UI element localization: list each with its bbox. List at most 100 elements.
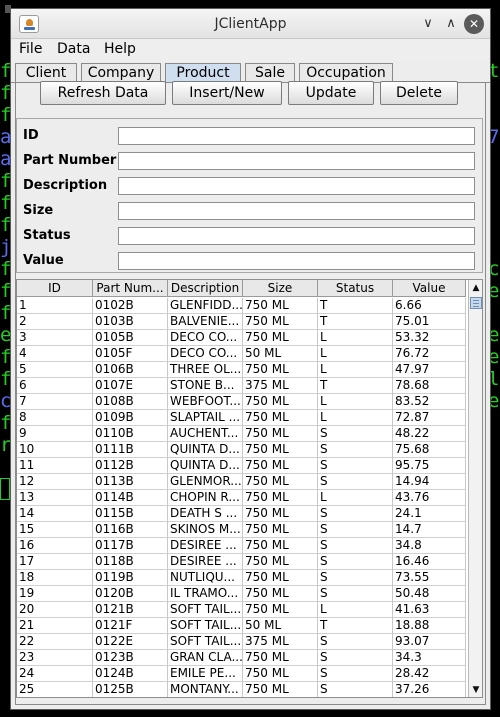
tab-occupation[interactable]: Occupation [299, 63, 393, 83]
table-row[interactable]: 24 0124B EMILE PE... 750 ML S 28.42 [17, 666, 466, 682]
id-field[interactable] [118, 127, 475, 145]
menu-help[interactable]: Help [104, 41, 136, 57]
value-field[interactable] [118, 252, 475, 270]
menu-data[interactable]: Data [57, 41, 90, 57]
cell-size: 750 ML [243, 506, 318, 522]
table-row[interactable]: 20 0121B SOFT TAIL... 750 ML L 41.63 [17, 602, 466, 618]
cell-value: 41.63 [393, 602, 466, 618]
cell-status: L [318, 362, 393, 378]
cell-id: 13 [17, 490, 93, 506]
table-row[interactable]: 2 0103B BALVENIE... 750 ML T 75.01 [17, 314, 466, 330]
cell-id: 1 [17, 298, 93, 314]
menu-file[interactable]: File [19, 41, 42, 57]
refresh-data-button[interactable]: Refresh Data [40, 81, 166, 105]
column-header-id[interactable]: ID [17, 280, 93, 297]
cell-value: 14.7 [393, 522, 466, 538]
cell-status: S [318, 586, 393, 602]
cell-status: S [318, 538, 393, 554]
tab-strip: Client Company Product Sale Occupation [11, 63, 490, 83]
table-row[interactable]: 22 0122E SOFT TAIL... 375 ML S 93.07 [17, 634, 466, 650]
cell-part-number: 0110B [93, 426, 168, 442]
table-row[interactable]: 10 0111B QUINTA D... 750 ML S 75.68 [17, 442, 466, 458]
table-row[interactable]: 13 0114B CHOPIN R... 750 ML L 43.76 [17, 490, 466, 506]
cell-part-number: 0109B [93, 410, 168, 426]
table-row[interactable]: 1 0102B GLENFIDD... 750 ML T 6.66 [17, 298, 466, 314]
cell-id: 21 [17, 618, 93, 634]
table-row[interactable]: 16 0117B DESIREE ... 750 ML S 34.8 [17, 538, 466, 554]
table-row[interactable]: 11 0112B QUINTA D... 750 ML S 95.75 [17, 458, 466, 474]
table-row[interactable]: 4 0105F DECO CO... 50 ML L 76.72 [17, 346, 466, 362]
tab-sale[interactable]: Sale [245, 63, 295, 83]
cell-part-number: 0120B [93, 586, 168, 602]
cell-status: S [318, 666, 393, 682]
tab-client[interactable]: Client [15, 63, 77, 83]
table-row[interactable]: 19 0120B IL TRAMO... 750 ML S 50.48 [17, 586, 466, 602]
cell-description: GRAN CLA... [170, 650, 243, 666]
update-button[interactable]: Update [288, 81, 374, 105]
scroll-thumb[interactable] [470, 297, 482, 309]
status-field[interactable] [118, 227, 475, 245]
column-header-status[interactable]: Status [318, 280, 393, 297]
table-row[interactable]: 3 0105B DECO CO... 750 ML L 53.32 [17, 330, 466, 346]
table-row[interactable]: 9 0110B AUCHENT... 750 ML S 48.22 [17, 426, 466, 442]
cell-status: T [318, 378, 393, 394]
table-scrollbar[interactable]: ▲ ▼ [468, 280, 482, 697]
cell-value: 76.72 [393, 346, 466, 362]
scroll-down-icon[interactable]: ▼ [469, 682, 482, 697]
table-row[interactable]: 15 0116B SKINOS M... 750 ML S 14.7 [17, 522, 466, 538]
title-bar[interactable]: JClientApp ∨ ∧ ✕ [11, 9, 490, 39]
table-row[interactable]: 21 0121F SOFT TAIL... 50 ML T 18.88 [17, 618, 466, 634]
scroll-up-icon[interactable]: ▲ [469, 280, 482, 296]
cell-part-number: 0102B [93, 298, 168, 314]
cell-part-number: 0119B [93, 570, 168, 586]
cell-part-number: 0113B [93, 474, 168, 490]
table-row[interactable]: 14 0115B DEATH S ... 750 ML S 24.1 [17, 506, 466, 522]
cell-size: 750 ML [243, 490, 318, 506]
column-header-part-number[interactable]: Part Num... [93, 280, 168, 297]
cell-id: 3 [17, 330, 93, 346]
table-row[interactable]: 25 0125B MONTANY... 750 ML S 37.26 [17, 682, 466, 697]
cell-part-number: 0114B [93, 490, 168, 506]
tab-company[interactable]: Company [81, 63, 161, 83]
cell-size: 750 ML [243, 538, 318, 554]
cell-description: NUTLIQU... [168, 570, 243, 586]
table-row[interactable]: 23 0123B GRAN CLA... 750 ML S 34.3 [17, 650, 466, 666]
cell-description: SOFT TAIL... [170, 602, 243, 618]
part-number-field[interactable] [118, 152, 475, 170]
table-row[interactable]: 6 0107E STONE B... 375 ML T 78.68 [17, 378, 466, 394]
table-row[interactable]: 8 0109B SLAPTAIL ... 750 ML L 72.87 [17, 410, 466, 426]
cell-id: 7 [17, 394, 93, 410]
cell-status: S [318, 554, 393, 570]
cell-part-number: 0123B [93, 650, 168, 666]
cell-description: DEATH S ... [168, 506, 243, 522]
cell-id: 5 [17, 362, 93, 378]
cell-status: S [318, 650, 393, 666]
cell-description: QUINTA D... [168, 442, 243, 458]
cell-id: 20 [17, 602, 93, 618]
table-row[interactable]: 18 0119B NUTLIQU... 750 ML S 73.55 [17, 570, 466, 586]
close-button[interactable]: ✕ [464, 14, 484, 34]
cell-description: EMILE PE... [168, 666, 243, 682]
cell-id: 25 [17, 682, 93, 697]
tab-product[interactable]: Product [165, 63, 241, 83]
table-row[interactable]: 12 0113B GLENMOR... 750 ML S 14.94 [17, 474, 466, 490]
cell-id: 9 [17, 426, 93, 442]
minimize-button[interactable]: ∨ [418, 14, 438, 34]
table-row[interactable]: 17 0118B DESIREE ... 750 ML S 16.46 [17, 554, 466, 570]
description-field[interactable] [118, 177, 475, 195]
column-header-description[interactable]: Description [168, 280, 243, 297]
column-header-value[interactable]: Value [393, 280, 466, 297]
cell-part-number: 0111B [93, 442, 168, 458]
cell-size: 375 ML [243, 634, 318, 650]
delete-button[interactable]: Delete [380, 81, 458, 105]
cell-part-number: 0115B [93, 506, 168, 522]
cell-id: 16 [17, 538, 93, 554]
insert-new-button[interactable]: Insert/New [172, 81, 282, 105]
size-field[interactable] [118, 202, 475, 220]
table-row[interactable]: 5 0106B THREE OL... 750 ML L 47.97 [17, 362, 466, 378]
id-label: ID [23, 128, 39, 143]
maximize-button[interactable]: ∧ [441, 14, 461, 34]
cell-status: L [318, 602, 393, 618]
column-header-size[interactable]: Size [243, 280, 318, 297]
table-row[interactable]: 7 0108B WEBFOOT... 750 ML L 83.52 [17, 394, 466, 410]
